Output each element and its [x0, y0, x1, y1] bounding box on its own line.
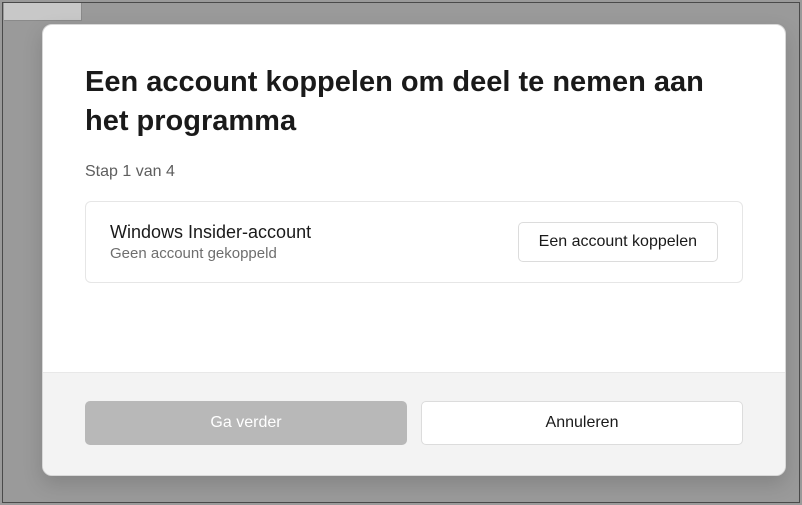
background-tab-fragment — [4, 3, 82, 21]
continue-button[interactable]: Ga verder — [85, 401, 407, 445]
link-account-button[interactable]: Een account koppelen — [518, 222, 718, 262]
cancel-button[interactable]: Annuleren — [421, 401, 743, 445]
link-account-dialog: Een account koppelen om deel te nemen aa… — [42, 24, 786, 476]
dialog-footer: Ga verder Annuleren — [43, 372, 785, 475]
dialog-body: Een account koppelen om deel te nemen aa… — [43, 25, 785, 372]
account-title: Windows Insider-account — [110, 222, 311, 243]
account-card: Windows Insider-account Geen account gek… — [85, 201, 743, 283]
account-status: Geen account gekoppeld — [110, 245, 311, 262]
account-info: Windows Insider-account Geen account gek… — [110, 222, 311, 262]
dialog-title: Een account koppelen om deel te nemen aa… — [85, 63, 743, 141]
step-indicator: Stap 1 van 4 — [85, 163, 743, 181]
